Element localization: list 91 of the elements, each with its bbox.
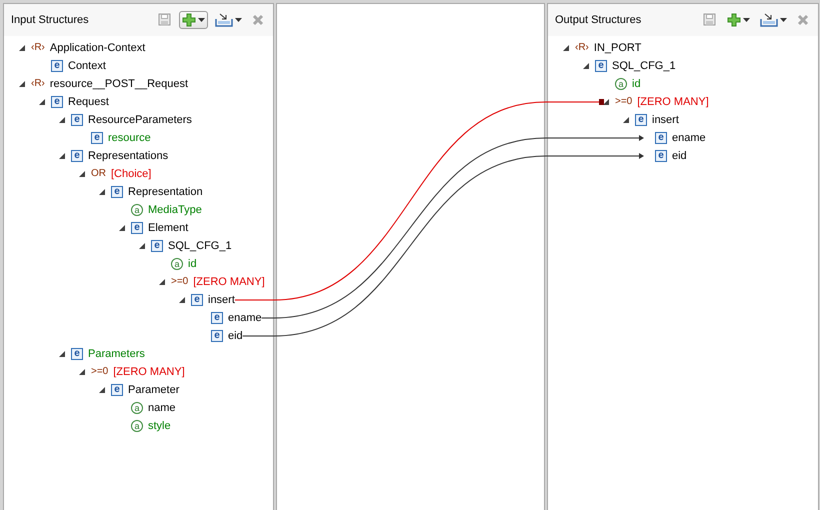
element-icon: e [111,186,123,198]
node-label[interactable]: id [632,78,641,90]
import-icon [215,13,233,27]
root-icon: ‹R› [31,78,45,90]
expanded-toggle-icon[interactable] [19,45,25,51]
node-label[interactable]: Element [148,222,188,234]
element-icon: e [91,132,103,144]
add-button[interactable] [179,11,208,29]
choice-icon: OR [91,168,106,180]
expanded-toggle-icon[interactable] [179,297,185,303]
add-icon [182,13,196,27]
attribute-icon: a [131,420,143,432]
root-icon: ‹R› [575,42,589,54]
node-label[interactable]: eid [228,330,243,342]
node-label[interactable]: name [148,402,176,414]
node-label[interactable]: Application-Context [50,42,146,54]
attribute-icon: a [131,402,143,414]
caret-icon [780,18,787,22]
node-label[interactable]: eid [672,150,687,162]
expanded-toggle-icon[interactable] [59,117,65,123]
element-icon: e [71,150,83,162]
close-icon [797,14,809,26]
save-icon [703,13,717,27]
expanded-toggle-icon[interactable] [623,117,629,123]
element-icon: e [595,60,607,72]
node-label[interactable]: [Choice] [111,168,152,180]
import-icon [760,13,778,27]
node-label[interactable]: Parameters [88,348,145,360]
cardinality-icon: >=0 [171,276,188,288]
node-label[interactable]: [ZERO MANY] [113,366,185,378]
expanded-toggle-icon[interactable] [139,243,145,249]
expanded-toggle-icon[interactable] [59,153,65,159]
panel-title: Input Structures [11,14,90,26]
node-label[interactable]: SQL_CFG_1 [168,240,232,252]
element-icon: e [655,132,667,144]
node-label[interactable]: ename [228,312,262,324]
attribute-icon: a [171,258,183,270]
node-label[interactable]: Request [68,96,109,108]
element-icon: e [131,222,143,234]
expanded-toggle-icon[interactable] [79,171,85,177]
expanded-toggle-icon[interactable] [19,81,25,87]
element-icon: e [211,312,223,324]
cardinality-icon: >=0 [91,366,108,378]
element-icon: e [71,114,83,126]
node-label[interactable]: style [148,420,171,432]
element-icon: e [51,96,63,108]
save-icon [158,13,172,27]
cardinality-icon: >=0 [615,96,632,108]
node-label[interactable]: Parameter [128,384,180,396]
node-label[interactable]: Representation [128,186,203,198]
caret-icon [235,18,242,22]
element-icon: e [211,330,223,342]
node-label[interactable]: resource__POST__Request [50,78,188,90]
expanded-toggle-icon[interactable] [603,99,609,105]
attribute-icon: a [615,78,627,90]
add-icon [727,13,741,27]
node-label[interactable]: insert [652,114,679,126]
node-label[interactable]: MediaType [148,204,202,216]
node-label[interactable]: SQL_CFG_1 [612,60,676,72]
node-label[interactable]: insert [208,294,235,306]
element-icon: e [51,60,63,72]
expanded-toggle-icon[interactable] [563,45,569,51]
node-label[interactable]: resource [108,132,151,144]
expanded-toggle-icon[interactable] [59,351,65,357]
panel-title: Output Structures [555,14,642,26]
expanded-toggle-icon[interactable] [583,63,589,69]
expanded-toggle-icon[interactable] [159,279,165,285]
root-icon: ‹R› [31,42,45,54]
node-label[interactable]: Context [68,60,106,72]
node-label[interactable]: Representations [88,150,168,162]
caret-icon [198,18,205,22]
node-label[interactable]: ResourceParameters [88,114,192,126]
expanded-toggle-icon[interactable] [79,369,85,375]
element-icon: e [191,294,203,306]
expanded-toggle-icon[interactable] [99,387,105,393]
element-icon: e [151,240,163,252]
node-label[interactable]: IN_PORT [594,42,642,54]
node-label[interactable]: [ZERO MANY] [193,276,265,288]
element-icon: e [635,114,647,126]
node-label[interactable]: id [188,258,197,270]
node-label[interactable]: ename [672,132,706,144]
node-label[interactable]: [ZERO MANY] [637,96,709,108]
element-icon: e [111,384,123,396]
expanded-toggle-icon[interactable] [99,189,105,195]
caret-icon [743,18,750,22]
expanded-toggle-icon[interactable] [119,225,125,231]
element-icon: e [71,348,83,360]
close-icon [252,14,264,26]
element-icon: e [655,150,667,162]
expanded-toggle-icon[interactable] [39,99,45,105]
attribute-icon: a [131,204,143,216]
